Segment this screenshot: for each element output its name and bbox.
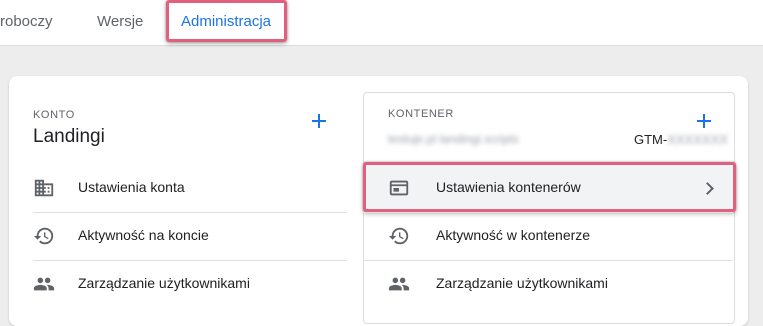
people-icon [33, 277, 55, 291]
building-icon [34, 179, 54, 197]
history-icon [388, 227, 409, 245]
account-section-label: KONTO [33, 109, 75, 121]
top-tab-bar: roboczy Wersje Administracja [0, 0, 763, 46]
tab-versions[interactable]: Wersje [97, 0, 143, 45]
account-settings-label: Ustawienia konta [78, 179, 185, 195]
tab-workspace[interactable]: roboczy [0, 0, 53, 45]
account-users-label: Zarządzanie użytkownikami [78, 275, 250, 291]
active-tab-indicator [176, 39, 268, 42]
window-icon [389, 180, 409, 196]
container-section-label: KONTENER [388, 108, 454, 120]
account-users-item[interactable]: Zarządzanie użytkownikami [33, 260, 347, 308]
account-name: Landingi [33, 126, 105, 147]
people-icon [388, 277, 410, 291]
container-id-blurred: XXXXXXX [667, 132, 728, 147]
container-users-item[interactable]: Zarządzanie użytkownikami [388, 260, 728, 308]
account-activity-label: Aktywność na koncie [78, 227, 209, 243]
account-settings-item[interactable]: Ustawienia konta [33, 164, 347, 212]
container-id-prefix: GTM- [634, 132, 668, 147]
container-activity-item[interactable]: Aktywność w kontenerze [388, 212, 728, 260]
container-name-blurred: testuje.pl landingi.scripts [388, 132, 519, 146]
container-settings-label: Ustawienia kontenerów [436, 179, 581, 195]
container-id: GTM-XXXXXXX [634, 132, 728, 147]
container-settings-item[interactable]: Ustawienia kontenerów [388, 164, 728, 212]
history-icon [33, 227, 54, 245]
account-activity-item[interactable]: Aktywność na koncie [33, 212, 347, 260]
add-container-plus-icon[interactable] [697, 114, 711, 128]
container-activity-label: Aktywność w kontenerze [436, 227, 591, 243]
container-users-label: Zarządzanie użytkownikami [436, 275, 608, 291]
add-account-plus-icon[interactable] [312, 114, 326, 128]
